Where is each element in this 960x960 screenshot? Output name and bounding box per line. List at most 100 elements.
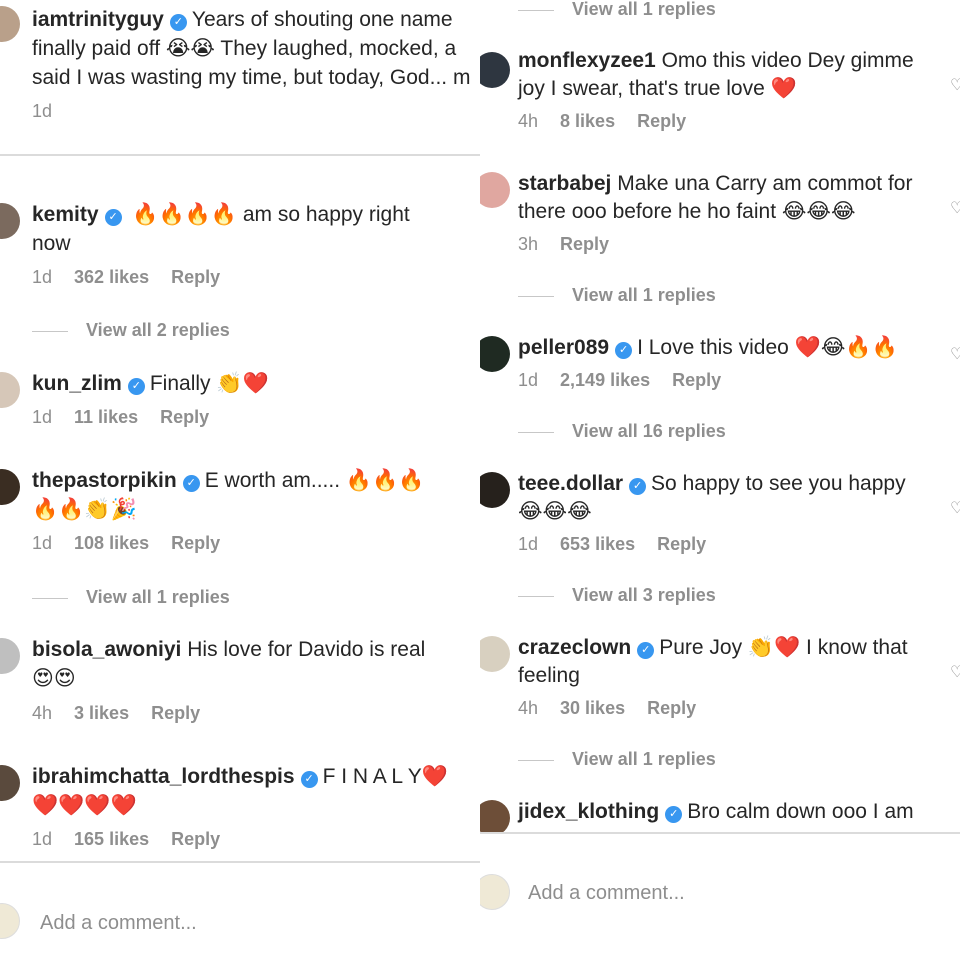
likes-count[interactable]: 8 likes <box>560 111 615 131</box>
comment-text: Bro calm down ooo I am <box>687 800 914 823</box>
comment-time: 1d <box>32 829 53 849</box>
reply-button[interactable]: Reply <box>560 234 609 254</box>
avatar[interactable] <box>480 52 510 88</box>
view-replies-button[interactable]: View all 16 replies <box>518 421 726 442</box>
verified-icon: ✓ <box>182 475 200 492</box>
divider <box>0 154 480 156</box>
view-replies-button[interactable]: View all 1 replies <box>518 285 716 306</box>
like-heart-icon[interactable]: ♡ <box>950 344 960 364</box>
comment-time: 4h <box>518 698 539 718</box>
avatar[interactable] <box>0 469 20 505</box>
comment-text: 😍😍 <box>32 667 76 690</box>
comment-text: Omo this video Dey gimme <box>661 49 914 72</box>
comment-text: Finally 👏❤️ <box>149 372 269 395</box>
comment-meta: 4h 30 likes Reply <box>518 698 696 719</box>
reply-button[interactable]: Reply <box>160 407 209 427</box>
avatar[interactable] <box>0 6 20 42</box>
divider <box>480 832 960 834</box>
comment-text: said I was wasting my time, but today, G… <box>32 66 471 89</box>
view-replies-button[interactable]: View all 1 replies <box>518 0 716 20</box>
comment-line: crazeclown ✓ Pure Joy 👏❤️ I know that <box>518 634 908 662</box>
username[interactable]: ibrahimchatta_lordthespis <box>32 765 295 788</box>
reply-button[interactable]: Reply <box>672 370 721 390</box>
comment-time: 1d <box>518 370 539 390</box>
comment-text: ❤️❤️❤️❤️ <box>32 794 137 817</box>
reply-button[interactable]: Reply <box>647 698 696 718</box>
view-replies-label: View all 16 replies <box>572 421 726 441</box>
likes-count[interactable]: 108 likes <box>74 533 149 553</box>
reply-button[interactable]: Reply <box>637 111 686 131</box>
comment-line: teee.dollar ✓ So happy to see you happy <box>518 470 906 498</box>
verified-icon: ✓ <box>615 342 633 359</box>
comment-meta: 1d 11 likes Reply <box>32 407 209 428</box>
verified-icon: ✓ <box>629 478 647 495</box>
comment-text: there ooo before he ho faint 😂😂😂 <box>518 200 856 223</box>
comment-time: 1d <box>32 407 53 427</box>
username[interactable]: thepastorpikin <box>32 469 177 492</box>
username[interactable]: kemity <box>32 203 99 226</box>
username[interactable]: iamtrinityguy <box>32 8 164 31</box>
like-heart-icon[interactable]: ♡ <box>950 498 960 518</box>
view-replies-label: View all 1 replies <box>86 587 230 607</box>
username[interactable]: bisola_awoniyi <box>32 638 181 661</box>
username[interactable]: monflexyzee1 <box>518 49 656 72</box>
likes-count[interactable]: 11 likes <box>74 407 138 427</box>
avatar[interactable] <box>480 800 510 836</box>
likes-count[interactable]: 30 likes <box>560 698 625 718</box>
like-heart-icon[interactable]: ♡ <box>950 662 960 682</box>
reply-button[interactable]: Reply <box>171 829 220 849</box>
verified-icon: ✓ <box>300 771 318 788</box>
likes-count[interactable]: 362 likes <box>74 267 149 287</box>
comment-line: kun_zlim ✓ Finally 👏❤️ <box>32 370 269 398</box>
comment-line: ibrahimchatta_lordthespis ✓ F I N A L Y❤️ <box>32 763 448 791</box>
replies-dash <box>518 595 554 597</box>
like-heart-icon[interactable]: ♡ <box>950 198 960 218</box>
username[interactable]: teee.dollar <box>518 472 623 495</box>
like-heart-icon[interactable]: ♡ <box>950 75 960 95</box>
divider <box>0 861 480 863</box>
verified-icon: ✓ <box>637 642 655 659</box>
likes-count[interactable]: 3 likes <box>74 703 129 723</box>
comment-text: now <box>32 232 71 255</box>
view-replies-button[interactable]: View all 2 replies <box>32 320 230 341</box>
replies-dash <box>518 9 554 11</box>
username[interactable]: kun_zlim <box>32 372 122 395</box>
username[interactable]: starbabej <box>518 172 611 195</box>
likes-count[interactable]: 653 likes <box>560 534 635 554</box>
avatar[interactable] <box>480 472 510 508</box>
view-replies-label: View all 2 replies <box>86 320 230 340</box>
add-comment-input[interactable]: Add a comment... <box>40 912 197 935</box>
likes-count[interactable]: 165 likes <box>74 829 149 849</box>
username[interactable]: peller089 <box>518 336 609 359</box>
reply-button[interactable]: Reply <box>151 703 200 723</box>
username[interactable]: jidex_klothing <box>518 800 659 823</box>
comment-text: Pure Joy 👏❤️ I know that <box>659 636 908 659</box>
verified-icon: ✓ <box>104 209 122 226</box>
reply-button[interactable]: Reply <box>657 534 706 554</box>
reply-button[interactable]: Reply <box>171 533 220 553</box>
view-replies-button[interactable]: View all 3 replies <box>518 585 716 606</box>
view-replies-button[interactable]: View all 1 replies <box>32 587 230 608</box>
avatar[interactable] <box>0 765 20 801</box>
reply-button[interactable]: Reply <box>171 267 220 287</box>
add-comment-input[interactable]: Add a comment... <box>528 882 685 905</box>
verified-icon: ✓ <box>127 378 145 395</box>
avatar[interactable] <box>480 336 510 372</box>
comment-line: iamtrinityguy ✓ Years of shouting one name <box>32 6 453 34</box>
likes-count[interactable]: 2,149 likes <box>560 370 650 390</box>
comment-line: peller089 ✓ I Love this video ❤️😂🔥🔥 <box>518 334 898 362</box>
avatar[interactable] <box>480 636 510 672</box>
avatar[interactable] <box>0 638 20 674</box>
view-replies-button[interactable]: View all 1 replies <box>518 749 716 770</box>
comment-time: 4h <box>518 111 539 131</box>
username[interactable]: crazeclown <box>518 636 631 659</box>
comment-time: 1d <box>32 101 53 121</box>
avatar[interactable] <box>0 372 20 408</box>
verified-icon: ✓ <box>169 14 187 31</box>
verified-icon: ✓ <box>665 806 683 823</box>
avatar[interactable] <box>0 203 20 239</box>
view-replies-label: View all 3 replies <box>572 585 716 605</box>
avatar[interactable] <box>480 172 510 208</box>
comment-meta: 3h Reply <box>518 234 609 255</box>
comment-text: I Love this video ❤️😂🔥🔥 <box>637 336 898 359</box>
